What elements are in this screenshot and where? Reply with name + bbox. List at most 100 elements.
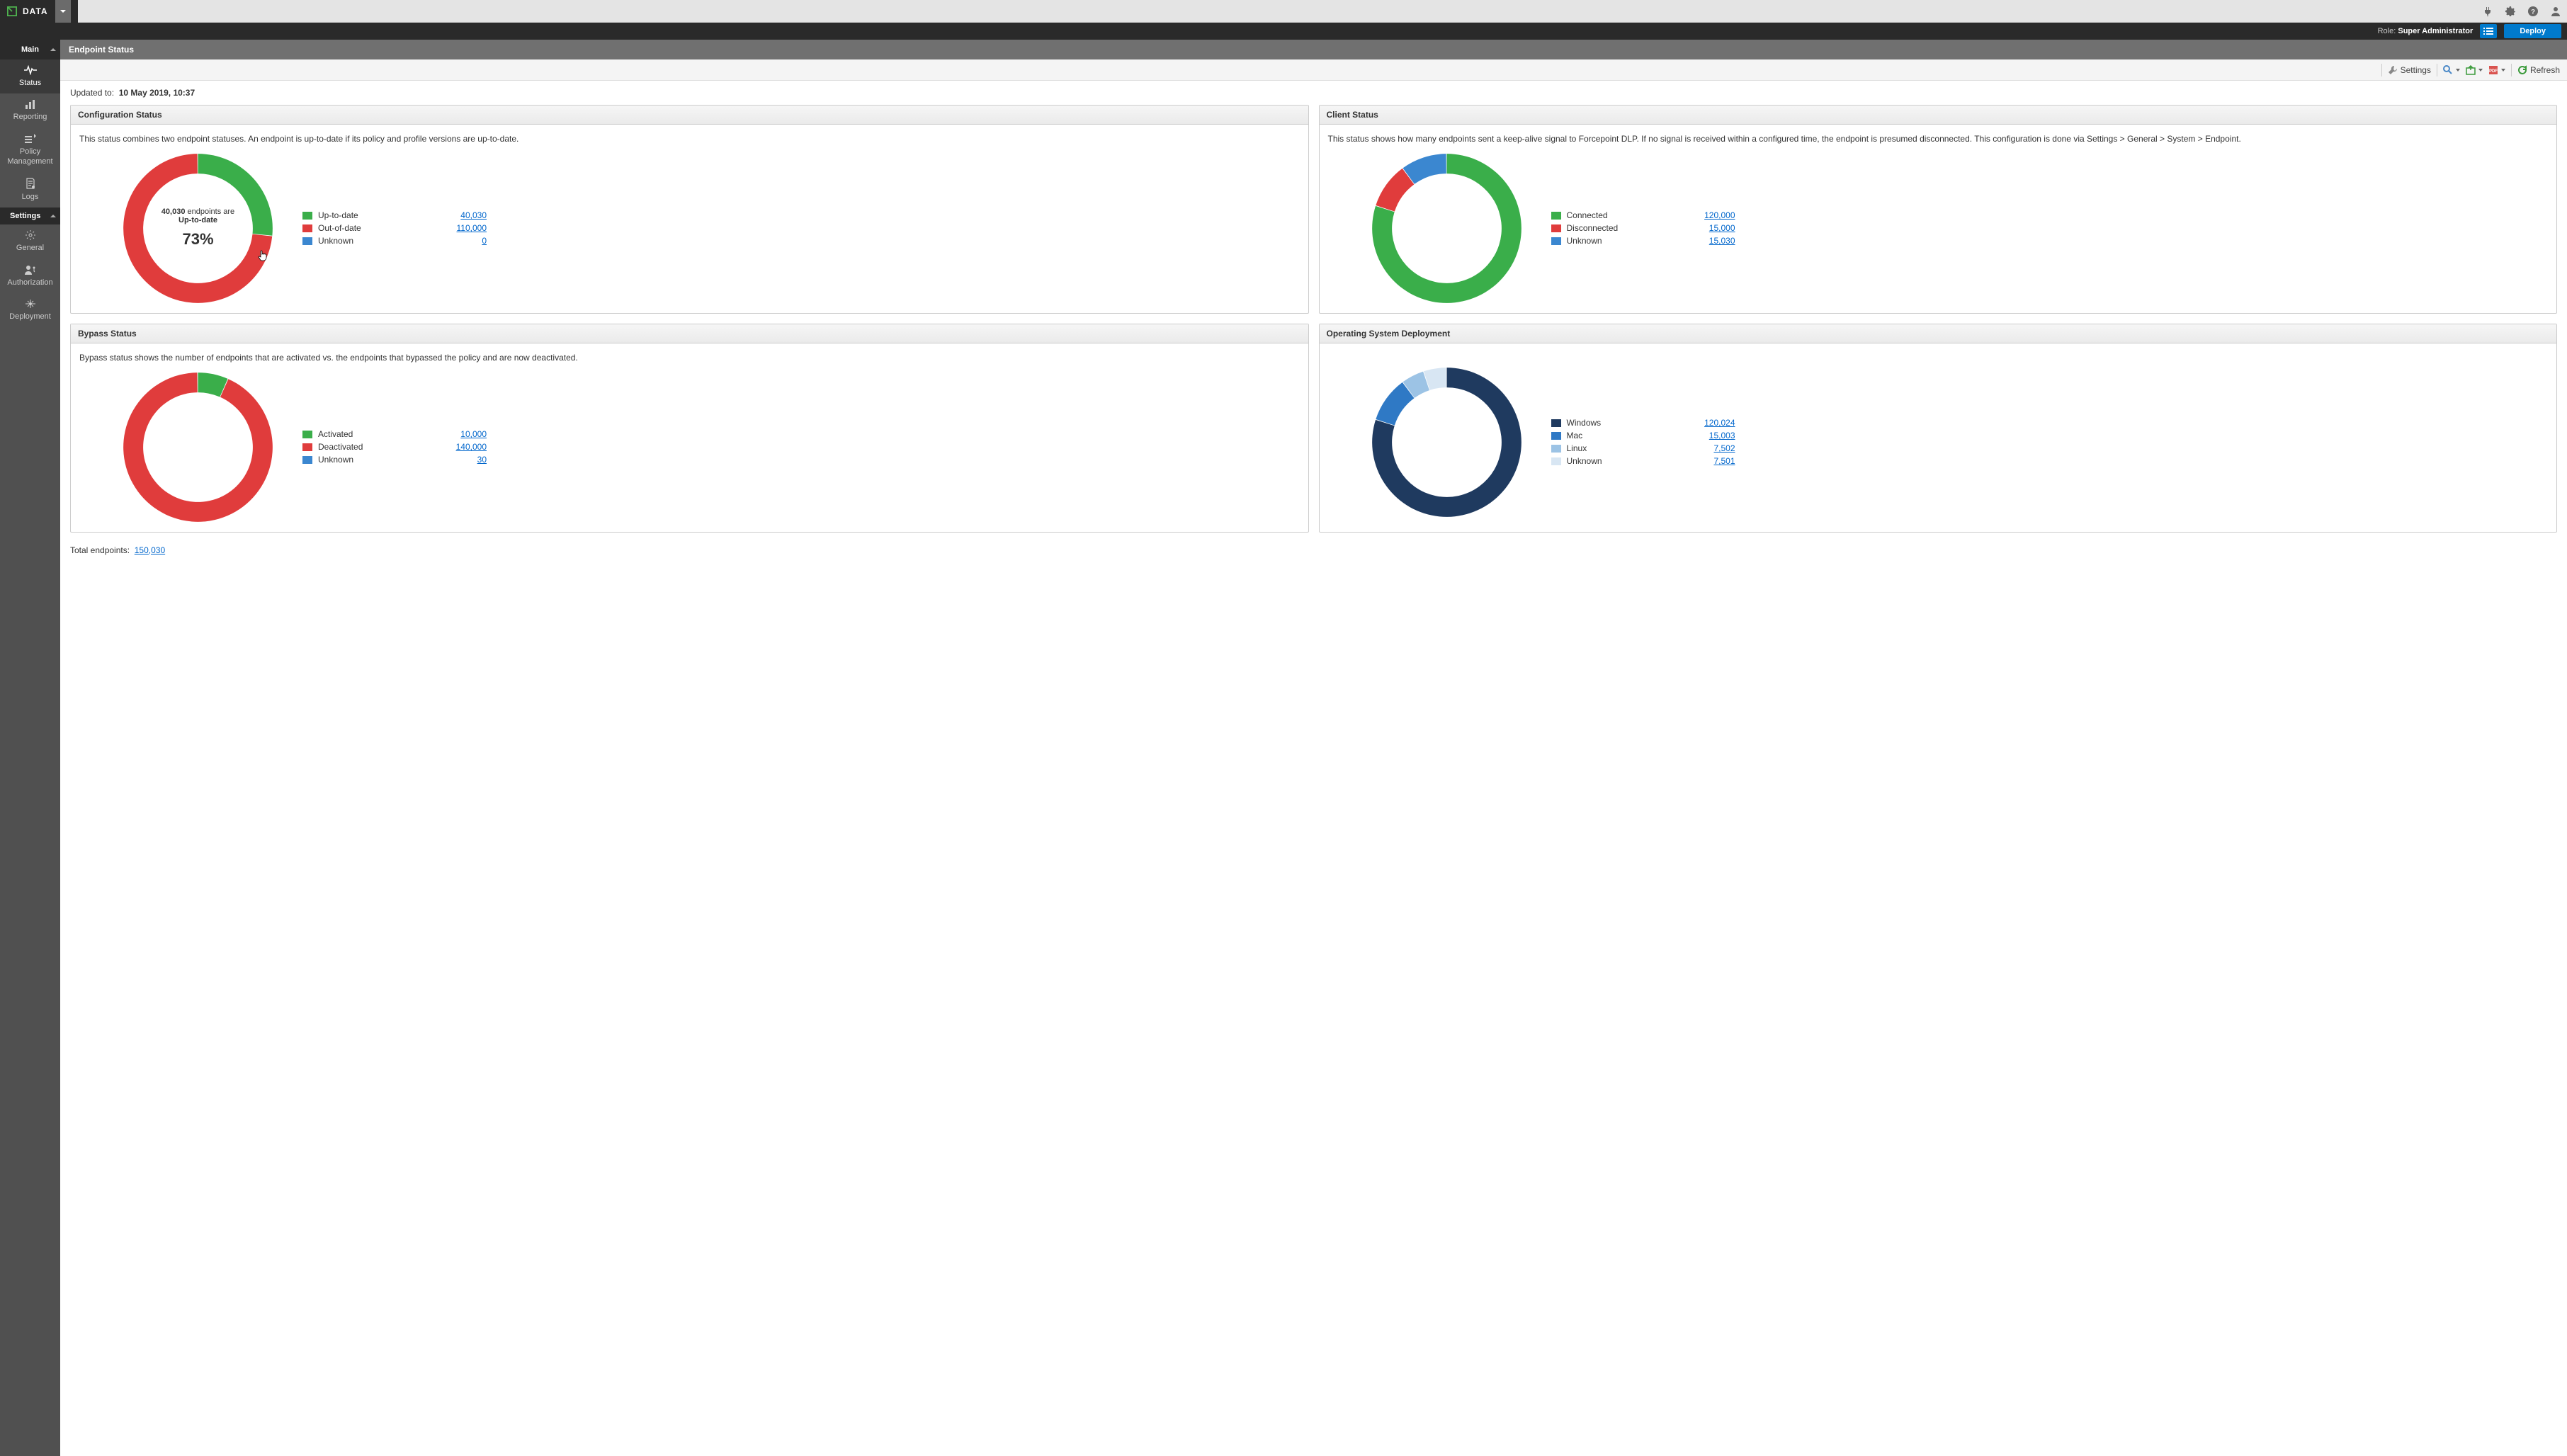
panel-os-deployment: Operating System Deployment Windows120,0… — [1319, 324, 2558, 533]
legend-swatch — [1551, 445, 1561, 453]
legend-value-link[interactable]: 7,501 — [1713, 456, 1735, 466]
cursor-hand-icon — [258, 250, 268, 261]
content-area: Endpoint Status Settings PDF — [60, 40, 2567, 1456]
legend-value-link[interactable]: 0 — [482, 236, 487, 246]
activity-icon — [24, 65, 37, 75]
logs-icon — [25, 178, 36, 189]
sidebar-item-policy[interactable]: Policy Management — [0, 128, 60, 173]
toolbar-refresh[interactable]: Refresh — [2517, 65, 2560, 75]
legend-swatch — [302, 212, 312, 220]
sidebar-item-general[interactable]: General — [0, 224, 60, 258]
sidebar-item-deployment[interactable]: Deployment — [0, 293, 60, 327]
legend-swatch — [302, 237, 312, 245]
gear-icon[interactable] — [2505, 6, 2516, 17]
task-list-button[interactable] — [2480, 24, 2497, 38]
legend-row: Out-of-date 110,000 — [302, 223, 487, 233]
legend-row: Unknown 7,501 — [1551, 456, 1735, 466]
chevron-down-icon — [2478, 68, 2483, 72]
legend-value-link[interactable]: 120,024 — [1704, 418, 1735, 428]
legend-row: Activated10,000 — [302, 429, 487, 439]
legend-label: Up-to-date — [318, 210, 403, 220]
legend-label: Unknown — [1567, 236, 1652, 246]
pdf-icon: PDF — [2488, 65, 2498, 75]
legend-row: Mac 15,003 — [1551, 431, 1735, 440]
legend-row: Deactivated 140,000 — [302, 442, 487, 452]
panel-title: Client Status — [1320, 106, 2557, 125]
donut-center-label: 40,030 endpoints are Up-to-date 73% — [122, 152, 274, 305]
legend-label: Connected — [1567, 210, 1652, 220]
legend-value-link[interactable]: 120,000 — [1704, 210, 1735, 220]
legend-label: Unknown — [1567, 456, 1652, 466]
top-bar: DATA ? — [0, 0, 2567, 23]
policy-icon — [25, 134, 36, 144]
role-bar: Role: Super Administrator Deploy — [0, 23, 2567, 40]
legend-swatch — [302, 431, 312, 438]
legend-value-link[interactable]: 30 — [477, 455, 487, 465]
bar-chart-icon — [25, 99, 36, 109]
app-name: DATA — [23, 6, 48, 16]
toolbar-export-dropdown[interactable] — [2466, 65, 2483, 75]
legend-swatch — [302, 224, 312, 232]
legend-value-link[interactable]: 40,030 — [460, 210, 487, 220]
gear-icon — [26, 230, 35, 240]
legend-client: Connected 120,000 Disconnected 15,000 Unknow… — [1551, 210, 1735, 246]
panel-bypass-status: Bypass Status Bypass status shows the nu… — [70, 324, 1309, 533]
deploy-button[interactable]: Deploy — [2504, 24, 2561, 38]
sidebar-item-status[interactable]: Status — [0, 59, 60, 93]
legend-label: Windows — [1567, 418, 1652, 428]
legend-swatch — [1551, 457, 1561, 465]
toolbar-settings[interactable]: Settings — [2388, 65, 2431, 75]
sidebar-item-reporting[interactable]: Reporting — [0, 93, 60, 127]
legend-label: Out-of-date — [318, 223, 403, 233]
sidebar-item-label: Deployment — [3, 312, 57, 322]
search-icon — [2443, 65, 2453, 75]
legend-bypass: Activated10,000Deactivated140,000Unknown… — [302, 429, 487, 465]
toolbar-pdf-dropdown[interactable]: PDF — [2488, 65, 2505, 75]
legend-swatch — [1551, 419, 1561, 427]
donut-chart-client[interactable] — [1371, 152, 1523, 305]
legend-label: Disconnected — [1567, 223, 1652, 233]
total-endpoints-link[interactable]: 150,030 — [135, 545, 165, 555]
topbar-icons: ? — [2482, 6, 2561, 17]
toolbar-search-dropdown[interactable] — [2443, 65, 2460, 75]
legend-value-link[interactable]: 10,000 — [460, 429, 487, 439]
refresh-icon — [2517, 65, 2527, 75]
legend-value-link[interactable]: 15,030 — [1709, 236, 1735, 246]
sidebar-section-main[interactable]: Main — [0, 40, 60, 59]
panel-title: Bypass Status — [71, 324, 1308, 343]
legend-label: Deactivated — [318, 442, 403, 452]
chevron-down-icon — [2456, 68, 2460, 72]
legend-row: Windows 120,024 — [1551, 418, 1735, 428]
panel-description: This status shows how many endpoints sen… — [1328, 133, 2549, 145]
panel-title: Configuration Status — [71, 106, 1308, 125]
sidebar-item-logs[interactable]: Logs — [0, 172, 60, 207]
updated-meta: Updated to: 10 May 2019, 10:37 — [60, 81, 2567, 105]
sidebar-item-authorization[interactable]: Authorization — [0, 259, 60, 293]
donut-chart-config[interactable]: 40,030 endpoints are Up-to-date 73% — [122, 152, 274, 305]
user-key-icon — [25, 265, 36, 275]
sidebar-item-label: Authorization — [3, 278, 57, 288]
legend-value-link[interactable]: 15,000 — [1709, 223, 1735, 233]
panel-client-status: Client Status This status shows how many… — [1319, 105, 2558, 314]
sidebar-item-label: Reporting — [3, 112, 57, 122]
user-icon[interactable] — [2550, 6, 2561, 17]
panel-configuration-status: Configuration Status This status combine… — [70, 105, 1309, 314]
donut-chart-bypass[interactable] — [122, 371, 274, 523]
plug-icon[interactable] — [2482, 6, 2493, 17]
export-icon — [2466, 65, 2476, 75]
donut-chart-os[interactable] — [1371, 366, 1523, 518]
svg-text:?: ? — [2531, 8, 2535, 16]
legend-value-link[interactable]: 110,000 — [457, 223, 487, 233]
app-switcher-dropdown[interactable] — [55, 0, 71, 23]
page-title: Endpoint Status — [69, 45, 134, 55]
deployment-icon — [25, 299, 36, 309]
legend-label: Mac — [1567, 431, 1652, 440]
legend-row: Linux7,502 — [1551, 443, 1735, 453]
legend-value-link[interactable]: 140,000 — [456, 442, 487, 452]
sidebar-section-settings[interactable]: Settings — [0, 207, 60, 224]
legend-value-link[interactable]: 15,003 — [1709, 431, 1735, 440]
legend-swatch — [302, 456, 312, 464]
sidebar-item-label: Policy Management — [3, 147, 57, 167]
help-icon[interactable]: ? — [2527, 6, 2539, 17]
legend-value-link[interactable]: 7,502 — [1713, 443, 1735, 453]
